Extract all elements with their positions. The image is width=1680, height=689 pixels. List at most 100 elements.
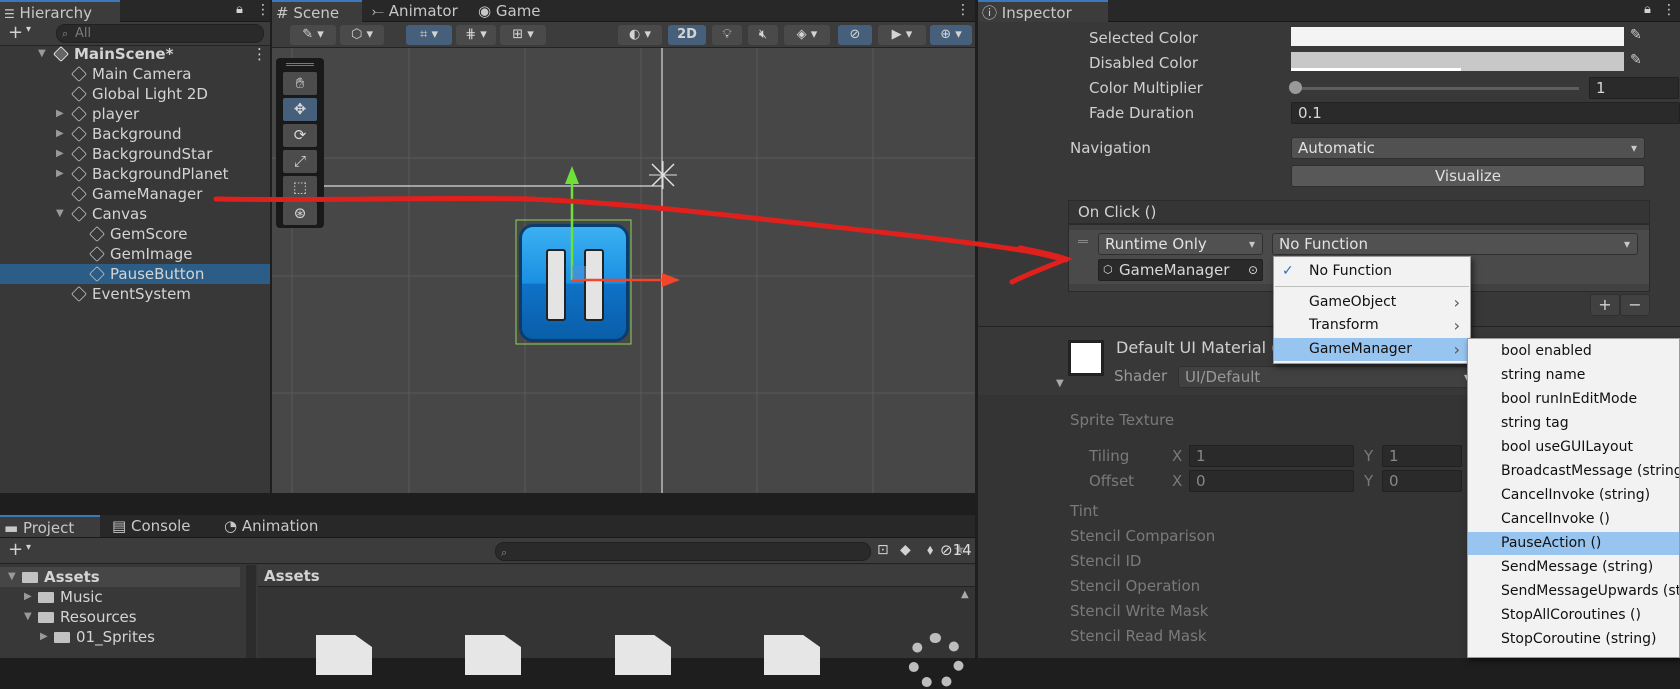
lock-icon[interactable]: 🔒︎ — [1644, 2, 1651, 17]
color-multiplier-input[interactable]: 1 — [1589, 77, 1679, 99]
grid-visibility-button[interactable]: ⊞ ▾ — [500, 25, 546, 45]
hierarchy-item[interactable]: Global Light 2D — [0, 84, 270, 104]
add-event-button[interactable]: + — [1590, 294, 1620, 316]
submenu-item[interactable]: string tag — [1468, 412, 1679, 435]
collapse-arrow-icon[interactable]: ▶ — [56, 104, 64, 124]
expand-arrow-icon[interactable]: ▼ — [24, 607, 32, 627]
search-by-type-icon[interactable]: ⊡ — [877, 542, 889, 558]
dropdown-arrow-icon[interactable]: ▾ — [26, 542, 31, 553]
shader-dropdown[interactable]: UI/Default — [1178, 366, 1478, 388]
tab-animator[interactable]: ⤚ Animator — [368, 0, 468, 22]
move-tool-icon[interactable]: ✥ — [283, 98, 317, 121]
more-icon[interactable]: ⋮ — [956, 2, 970, 18]
tiling-y-input[interactable]: 1 — [1382, 445, 1462, 467]
collapse-arrow-icon[interactable]: ▶ — [40, 627, 48, 647]
project-tree-scrollbar[interactable] — [246, 565, 256, 658]
submenu-item[interactable]: BroadcastMessage (string) — [1468, 460, 1679, 483]
hierarchy-item[interactable]: ▶ Background — [0, 124, 270, 144]
hierarchy-item[interactable]: ▼ MainScene* ⋮ — [0, 44, 270, 64]
lighting-icon[interactable]: 💡︎ — [712, 25, 742, 45]
hidden-packages-count[interactable]: ⊘14 — [940, 541, 972, 559]
project-folder[interactable]: ▶ 01_Sprites — [0, 627, 240, 647]
add-icon[interactable]: + — [8, 539, 23, 560]
tab-game[interactable]: ◉ Game — [474, 0, 554, 22]
scale-tool-icon[interactable]: ⤢ — [283, 150, 317, 173]
project-folder[interactable]: ▼ Assets — [0, 567, 240, 587]
project-folder[interactable]: ▶ Music — [0, 587, 240, 607]
submenu-item[interactable]: PauseAction () — [1468, 532, 1679, 555]
offset-x-input[interactable]: 0 — [1189, 470, 1354, 492]
target-object-field[interactable]: ⬡ GameManager ⊙ — [1098, 259, 1263, 281]
effects-button[interactable]: ◈ ▾ — [784, 25, 830, 45]
more-icon[interactable]: ⋮ — [1662, 2, 1676, 18]
search-by-label-icon[interactable]: ◆ — [900, 542, 911, 558]
render-mode-button[interactable]: ⬡ ▾ — [340, 25, 384, 45]
object-picker-icon[interactable]: ⊙ — [1248, 260, 1258, 280]
lock-icon[interactable]: 🔒︎ — [236, 2, 243, 17]
color-multiplier-slider[interactable] — [1291, 87, 1579, 90]
menu-item-transform[interactable]: Transform — [1274, 314, 1470, 337]
collapse-arrow-icon[interactable]: ▶ — [56, 124, 64, 144]
selected-color-field[interactable] — [1291, 27, 1624, 46]
visualize-button[interactable]: Visualize — [1291, 165, 1645, 187]
move-gizmo[interactable] — [272, 48, 975, 493]
expand-arrow-icon[interactable]: ▼ — [38, 44, 46, 64]
project-search-input[interactable]: ⌕ — [495, 542, 871, 561]
hierarchy-item[interactable]: ▶ player — [0, 104, 270, 124]
menu-item-gameobject[interactable]: GameObject — [1274, 291, 1470, 314]
tab-hierarchy[interactable]: ☰ Hierarchy — [0, 0, 120, 22]
offset-y-input[interactable]: 0 — [1382, 470, 1462, 492]
menu-item-no-function[interactable]: ✓ No Function — [1274, 260, 1470, 283]
submenu-item[interactable]: bool runInEditMode — [1468, 388, 1679, 411]
drag-handle[interactable] — [286, 63, 314, 66]
function-dropdown[interactable]: No Function — [1272, 233, 1638, 255]
shading-button[interactable]: ◐ ▾ — [618, 25, 662, 45]
add-icon[interactable]: + — [8, 22, 23, 44]
project-folder[interactable]: ▼ Resources — [0, 607, 240, 627]
tab-animation[interactable]: ◔ Animation — [220, 515, 340, 537]
collapse-arrow-icon[interactable]: ▶ — [56, 144, 64, 164]
hierarchy-item[interactable]: GemImage — [0, 244, 270, 264]
drag-handle-icon[interactable] — [1078, 240, 1088, 243]
audio-icon[interactable]: 🔇︎ — [748, 25, 778, 45]
fade-duration-input[interactable]: 0.1 — [1291, 102, 1680, 124]
submenu-item[interactable]: CancelInvoke () — [1468, 508, 1679, 531]
rect-tool-icon[interactable]: ⬚ — [283, 176, 317, 199]
rotate-tool-icon[interactable]: ⟳ — [283, 124, 317, 147]
submenu-item[interactable]: string name — [1468, 364, 1679, 387]
script-file-icon[interactable] — [764, 635, 820, 675]
hierarchy-item[interactable]: ▼ Canvas — [0, 204, 270, 224]
tab-inspector[interactable]: ⓘ Inspector — [978, 0, 1108, 22]
slider-handle[interactable] — [1289, 81, 1302, 94]
submenu-item[interactable]: bool useGUILayout — [1468, 436, 1679, 459]
scroll-up-arrow-icon[interactable]: ▲ — [961, 589, 969, 600]
expand-arrow-icon[interactable]: ▼ — [56, 204, 64, 224]
scene-viewport[interactable]: ✋︎ ✥ ⟳ ⤢ ⬚ ⊛ — [272, 48, 975, 493]
collapse-arrow-icon[interactable]: ▶ — [56, 164, 64, 184]
hierarchy-item[interactable]: EventSystem — [0, 284, 270, 304]
submenu-item[interactable]: bool enabled — [1468, 340, 1679, 363]
hierarchy-item[interactable]: GameManager — [0, 184, 270, 204]
eyedropper-icon[interactable]: ✎ — [1630, 27, 1642, 43]
hand-tool-icon[interactable]: ✋︎ — [283, 72, 317, 95]
remove-event-button[interactable]: − — [1620, 294, 1650, 316]
hierarchy-search-input[interactable]: ⌕ All — [56, 24, 264, 43]
menu-item-gamemanager[interactable]: GameManager — [1274, 338, 1470, 361]
hierarchy-item[interactable]: Main Camera — [0, 64, 270, 84]
mode-2d-button[interactable]: 2D — [668, 25, 706, 45]
runtime-dropdown[interactable]: Runtime Only — [1098, 233, 1263, 255]
expand-arrow-icon[interactable]: ▼ — [8, 567, 16, 587]
scene-visibility-icon[interactable]: ⊘ — [838, 25, 872, 45]
submenu-item[interactable]: StopCoroutine (string) — [1468, 628, 1679, 651]
more-icon[interactable]: ⋮ — [252, 44, 267, 64]
navigation-dropdown[interactable]: Automatic — [1291, 137, 1645, 159]
submenu-item[interactable]: SendMessage (string) — [1468, 556, 1679, 579]
draw-mode-button[interactable]: ✎ ▾ — [290, 25, 336, 45]
dropdown-arrow-icon[interactable]: ▾ — [26, 24, 31, 35]
collapse-arrow-icon[interactable]: ▶ — [24, 587, 32, 607]
tiling-x-input[interactable]: 1 — [1189, 445, 1354, 467]
hierarchy-item[interactable]: GemScore — [0, 224, 270, 244]
tab-scene[interactable]: # Scene — [272, 0, 362, 22]
disabled-color-field[interactable] — [1291, 52, 1624, 71]
submenu-item[interactable]: SendMessageUpwards (string) — [1468, 580, 1679, 603]
